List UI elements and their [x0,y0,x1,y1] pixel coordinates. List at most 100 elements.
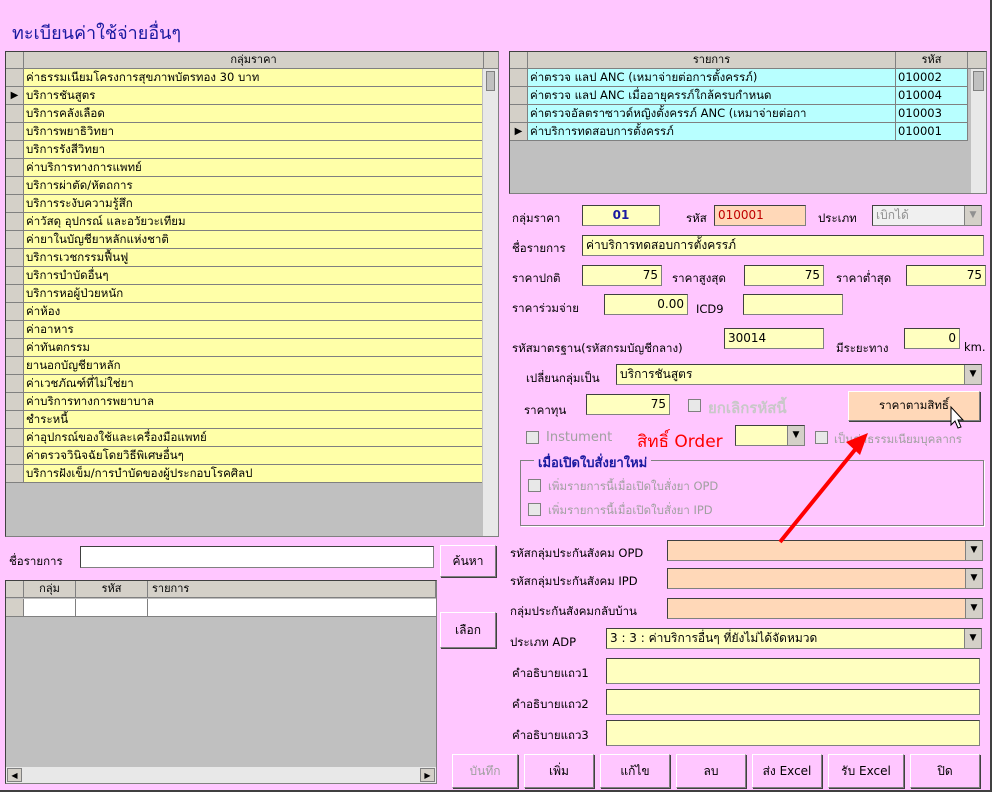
list-item[interactable]: บริการรังสีวิทยา [6,141,484,159]
row-selector[interactable]: ▶ [510,123,528,141]
horizontal-scrollbar[interactable]: ◀ ▶ [6,766,436,783]
sso-home-select[interactable]: ▼ [667,598,983,619]
row-selector[interactable] [6,141,24,159]
list-item[interactable]: ค่าตรวจวินิจฉัยโดยวิธีพิเศษอื่นๆ [6,447,484,465]
item-grid[interactable]: รายการ รหัส ค่าตรวจ แลป ANC (เหมาจ่ายต่อ… [509,51,987,194]
price-group-scrollbar[interactable] [482,69,498,536]
search-result-grid[interactable]: กลุ่ม รหัส รายการ ◀ ▶ [5,580,437,784]
table-row[interactable]: ▶ ค่าบริการทดสอบการตั้งครรภ์ 010001 [510,123,968,141]
chevron-down-icon[interactable]: ▼ [965,569,982,588]
row-selector[interactable] [510,105,528,123]
row-selector[interactable] [6,195,24,213]
list-item[interactable]: บริการระงับความรู้สึก [6,195,484,213]
list-item[interactable]: ค่าวัสดุ อุปกรณ์ และอวัยวะเทียม [6,213,484,231]
sso-opd-select[interactable]: ▼ [667,540,983,561]
std-code-field[interactable]: 30014 [724,328,824,349]
row-selector[interactable] [6,429,24,447]
type-select[interactable]: เบิกได้ ▼ [872,205,982,226]
add-button[interactable]: เพิ่ม [524,754,594,788]
row-selector[interactable] [6,411,24,429]
list-item[interactable]: ค่าบริการทางการแพทย์ [6,159,484,177]
item-name-field[interactable]: ค่าบริการทดสอบการตั้งครรภ์ [582,235,984,256]
row-selector[interactable] [6,105,24,123]
row-selector[interactable] [6,267,24,285]
table-row[interactable]: ค่าตรวจอัลตราซาวด์หญิงตั้งครรภ์ ANC (เหม… [510,105,968,123]
add-opd-checkbox[interactable] [528,479,541,492]
chevron-down-icon[interactable]: ▼ [965,541,982,560]
list-item[interactable]: บริการบำบัดอื่นๆ [6,267,484,285]
desc2-field[interactable] [606,689,980,715]
delete-button[interactable]: ลบ [676,754,746,788]
list-item[interactable]: ค่าทันตกรรม [6,339,484,357]
list-item[interactable]: บริการพยาธิวิทยา [6,123,484,141]
save-button[interactable]: บันทึก [452,754,518,788]
normal-price-field[interactable]: 75 [582,265,662,286]
row-selector[interactable] [6,159,24,177]
price-by-right-button[interactable]: ราคาตามสิทธิ์ [848,391,980,421]
desc1-field[interactable] [606,658,980,684]
code-field[interactable]: 010001 [714,205,806,226]
item-grid-scrollbar[interactable] [970,69,986,193]
desc3-field[interactable] [606,720,980,746]
list-item[interactable]: ค่าอุปกรณ์ของใช้และเครื่องมือแพทย์ [6,429,484,447]
price-group-grid[interactable]: กลุ่มราคา ค่าธรรมเนียมโครงการสุขภาพบัตรท… [5,51,499,537]
chevron-down-icon[interactable]: ▼ [964,629,981,648]
list-item[interactable]: บริการหอผู้ป่วยหนัก [6,285,484,303]
row-selector[interactable]: ▶ [6,87,24,105]
max-price-field[interactable]: 75 [744,265,824,286]
list-item[interactable]: ชำระหนี้ [6,411,484,429]
list-item[interactable]: ค่าบริการทางการพยาบาล [6,393,484,411]
row-selector[interactable] [6,447,24,465]
edit-button[interactable]: แก้ไข [600,754,670,788]
copay-field[interactable]: 0.00 [604,294,688,315]
row-selector[interactable] [6,69,24,87]
list-item[interactable]: ค่าธรรมเนียมโครงการสุขภาพบัตรทอง 30 บาท [6,69,484,87]
instrument-checkbox[interactable] [526,431,539,444]
chevron-down-icon[interactable]: ▼ [965,599,982,618]
list-item[interactable]: ค่าห้อง [6,303,484,321]
row-selector[interactable] [6,303,24,321]
list-item[interactable]: ค่าเวชภัณฑ์ที่ไม่ใช่ยา [6,375,484,393]
scroll-right-icon[interactable]: ▶ [420,768,435,782]
list-item[interactable]: ▶ บริการชันสูตร [6,87,484,105]
row-selector[interactable] [6,321,24,339]
select-button[interactable]: เลือก [440,612,496,648]
scroll-left-icon[interactable]: ◀ [7,768,22,782]
row-selector[interactable] [6,357,24,375]
table-row[interactable]: ค่าตรวจ แลป ANC (เหมาจ่ายต่อการตั้งครรภ์… [510,69,968,87]
icd9-field[interactable] [743,294,843,315]
cost-field[interactable]: 75 [586,394,670,415]
chevron-down-icon[interactable]: ▼ [964,365,981,384]
list-item[interactable]: ค่ายาในบัญชียาหลักแห่งชาติ [6,231,484,249]
row-selector[interactable] [6,393,24,411]
chevron-down-icon[interactable]: ▼ [964,206,981,225]
row-selector[interactable] [6,465,24,483]
distance-field[interactable]: 0 [904,328,960,349]
row-selector[interactable] [6,249,24,267]
right-order-select[interactable]: ▼ [735,425,805,446]
group-field[interactable]: 01 [582,205,660,226]
search-input[interactable] [80,546,434,568]
close-button[interactable]: ปิด [910,754,980,788]
import-excel-button[interactable]: รับ Excel [828,754,904,788]
cancel-code-checkbox[interactable] [688,399,701,412]
adp-select[interactable]: 3 : 3 : ค่าบริการอื่นๆ ที่ยังไม่ได้จัดหม… [606,628,982,649]
list-item[interactable]: บริการฝังเข็ม/การบำบัดของผู้ประกอบโรคศิล… [6,465,484,483]
export-excel-button[interactable]: ส่ง Excel [752,754,822,788]
list-item[interactable]: บริการผ่าตัด/หัตถการ [6,177,484,195]
list-item[interactable]: บริการเวชกรรมฟื้นฟู [6,249,484,267]
table-row[interactable]: ค่าตรวจ แลป ANC เมื่ออายุครรภ์ใกล้ครบกำห… [510,87,968,105]
row-selector[interactable] [6,339,24,357]
row-selector[interactable] [510,69,528,87]
sso-ipd-select[interactable]: ▼ [667,568,983,589]
list-item[interactable]: ยานอกบัญชียาหลัก [6,357,484,375]
list-item[interactable]: บริการคลังเลือด [6,105,484,123]
search-button[interactable]: ค้นหา [440,545,496,577]
row-selector[interactable] [6,123,24,141]
chevron-down-icon[interactable]: ▼ [787,426,804,445]
row-selector[interactable] [6,213,24,231]
staff-fee-checkbox[interactable] [815,431,828,444]
row-selector[interactable] [6,375,24,393]
row-selector[interactable] [6,177,24,195]
min-price-field[interactable]: 75 [906,265,986,286]
